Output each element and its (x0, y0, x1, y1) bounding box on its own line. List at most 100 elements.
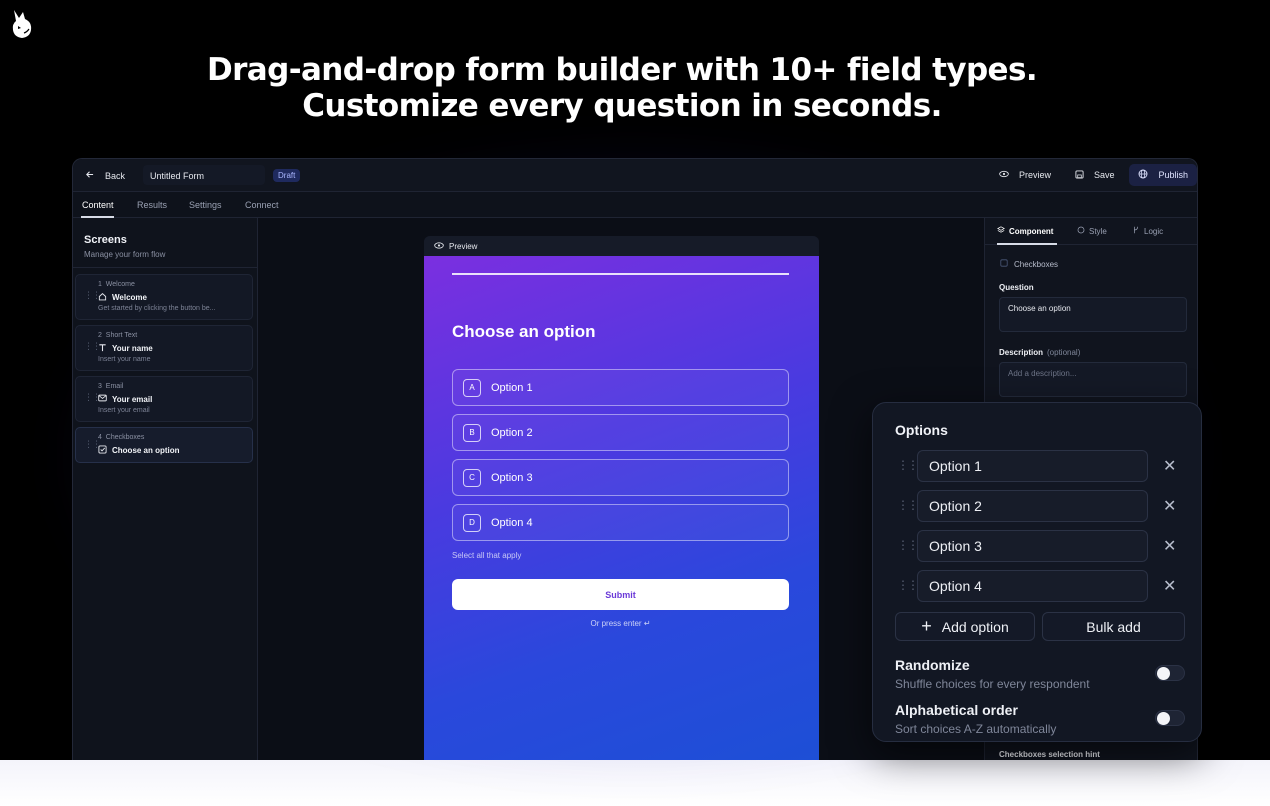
progress-bar (452, 273, 789, 275)
mail-icon (98, 394, 107, 404)
option-row: ⋮⋮ Option 1 ✕ (895, 450, 1185, 482)
eye-icon (434, 241, 444, 251)
preview-button[interactable]: Preview (990, 164, 1060, 186)
sidebar-title: Screens (84, 234, 127, 246)
wolf-logo-icon (12, 10, 32, 38)
randomize-subtitle: Shuffle choices for every respondent (895, 677, 1090, 691)
preview-label: Preview (1018, 170, 1051, 180)
screen-item-welcome[interactable]: ⋮⋮ 1 Welcome Welcome Get started by clic… (75, 274, 253, 320)
alphabetical-subtitle: Sort choices A-Z automatically (895, 722, 1057, 736)
remove-option-icon[interactable]: ✕ (1163, 576, 1176, 596)
choice-label: Option 2 (491, 426, 533, 439)
tab-logic[interactable]: Logic (1132, 226, 1163, 236)
option-input[interactable]: Option 2 (917, 490, 1148, 522)
screen-meta: 1 Welcome (98, 281, 135, 288)
home-icon (98, 292, 107, 303)
back-label: Back (105, 170, 126, 181)
screens-sidebar: Screens Manage your form flow ⋮⋮ 1 Welco… (73, 218, 258, 760)
active-tab-indicator (997, 243, 1057, 245)
press-enter-hint: Or press enter ↵ (590, 619, 651, 628)
screen-name: Your email (98, 394, 152, 404)
checkbox-icon (98, 445, 107, 456)
drag-handle-icon[interactable]: ⋮⋮ (897, 538, 919, 552)
alphabetical-toggle[interactable] (1155, 710, 1185, 726)
options-title: Options (895, 422, 948, 438)
toggle-knob (1157, 712, 1170, 725)
palette-icon (1077, 226, 1085, 236)
screen-item-name[interactable]: ⋮⋮ 2 Short Text Your name Insert your na… (75, 325, 253, 371)
bulk-add-button[interactable]: Bulk add (1042, 612, 1185, 641)
option-row: ⋮⋮ Option 4 ✕ (895, 570, 1185, 602)
form-preview: Preview Choose an option A Option 1 B Op… (424, 236, 819, 760)
tab-settings[interactable]: Settings (189, 200, 222, 210)
topbar-actions: Preview Save Publish (990, 164, 1197, 186)
options-card: Options ⋮⋮ Option 1 ✕ ⋮⋮ Option 2 ✕ ⋮⋮ O… (872, 402, 1202, 742)
toggle-knob (1157, 667, 1170, 680)
choice-option[interactable]: C Option 3 (452, 459, 789, 496)
screen-item-checkboxes[interactable]: ⋮⋮ 4 Checkboxes Choose an option (75, 427, 253, 463)
save-button[interactable]: Save (1066, 164, 1124, 186)
branch-icon (1132, 226, 1140, 236)
option-row: ⋮⋮ Option 2 ✕ (895, 490, 1185, 522)
screen-item-email[interactable]: ⋮⋮ 3 Email Your email Insert your email (75, 376, 253, 422)
screen-name: Choose an option (98, 445, 180, 456)
tab-content[interactable]: Content (82, 200, 114, 210)
tab-style[interactable]: Style (1077, 226, 1107, 236)
choice-label: Option 1 (491, 381, 533, 394)
option-input[interactable]: Option 3 (917, 530, 1148, 562)
option-row: ⋮⋮ Option 3 ✕ (895, 530, 1185, 562)
screen-desc: Insert your name (98, 356, 151, 363)
tab-connect[interactable]: Connect (245, 200, 279, 210)
option-input[interactable]: Option 4 (917, 570, 1148, 602)
arrow-left-icon (85, 170, 94, 181)
remove-option-icon[interactable]: ✕ (1163, 456, 1176, 476)
plus-icon: + (921, 616, 932, 636)
headline-line-1: Drag-and-drop form builder with 10+ fiel… (206, 52, 1038, 88)
option-input[interactable]: Option 1 (917, 450, 1148, 482)
optional-note: (optional) (1047, 348, 1081, 357)
remove-option-icon[interactable]: ✕ (1163, 496, 1176, 516)
component-type: Checkboxes (1000, 259, 1058, 269)
screen-meta: 3 Email (98, 383, 124, 390)
drag-handle-icon[interactable]: ⋮⋮ (897, 578, 919, 592)
checkbox-icon (1000, 259, 1008, 269)
remove-option-icon[interactable]: ✕ (1163, 536, 1176, 556)
choice-label: Option 4 (491, 516, 533, 529)
status-badge: Draft (273, 169, 301, 182)
choice-label: Option 3 (491, 471, 533, 484)
choice-key: B (463, 423, 481, 442)
drag-handle-icon[interactable]: ⋮⋮ (897, 458, 919, 472)
choice-option[interactable]: D Option 4 (452, 504, 789, 541)
choice-option[interactable]: A Option 1 (452, 369, 789, 406)
randomize-title: Randomize (895, 657, 970, 673)
alphabetical-setting: Alphabetical order Sort choices A-Z auto… (895, 702, 1056, 736)
randomize-setting: Randomize Shuffle choices for every resp… (895, 657, 1090, 691)
form-title-input[interactable]: Untitled Form (143, 165, 265, 185)
tab-component[interactable]: Component (997, 226, 1053, 236)
choice-key: C (463, 468, 481, 487)
globe-icon (1138, 169, 1148, 181)
text-icon (98, 343, 107, 354)
screen-name: Welcome (98, 292, 147, 303)
sidebar-divider (73, 267, 258, 268)
save-icon (1075, 169, 1084, 181)
screen-desc: Insert your email (98, 407, 150, 414)
choice-option[interactable]: B Option 2 (452, 414, 789, 451)
screen-desc: Get started by clicking the button be... (98, 305, 216, 312)
tab-results[interactable]: Results (137, 200, 167, 210)
submit-button[interactable]: Submit (452, 579, 789, 610)
drag-handle-icon[interactable]: ⋮⋮ (897, 498, 919, 512)
form-preview-body: Choose an option A Option 1 B Option 2 C… (424, 256, 819, 760)
choice-key: D (463, 513, 481, 532)
description-input[interactable]: Add a description... (999, 362, 1187, 397)
preview-bar: Preview (424, 236, 819, 256)
randomize-toggle[interactable] (1155, 665, 1185, 681)
selection-hint-label: Checkboxes selection hint (999, 750, 1100, 759)
selection-hint: Select all that apply (452, 551, 522, 560)
back-button[interactable]: Back (85, 170, 125, 181)
add-option-button[interactable]: + Add option (895, 612, 1035, 641)
question-title: Choose an option (452, 322, 596, 341)
question-input[interactable]: Choose an option (999, 297, 1187, 332)
publish-button[interactable]: Publish (1129, 164, 1197, 186)
publish-label: Publish (1158, 170, 1188, 180)
